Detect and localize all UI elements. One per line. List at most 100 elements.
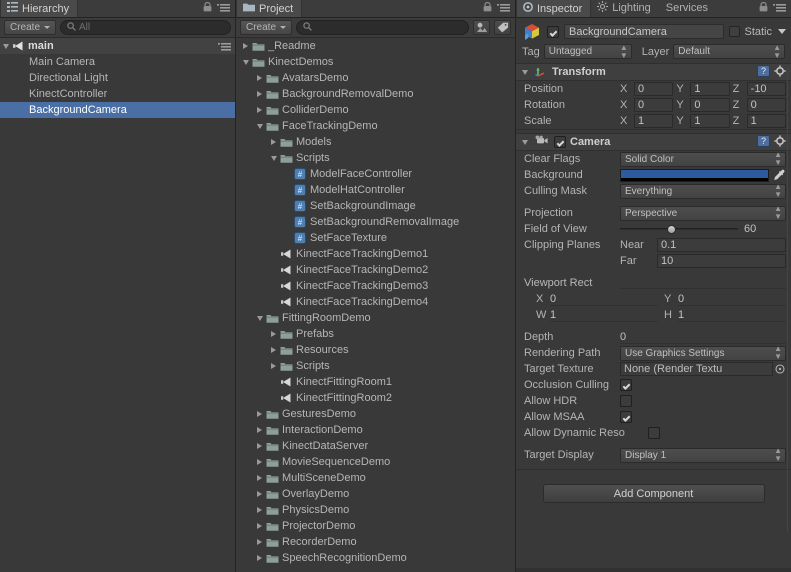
project-item--readme[interactable]: _Readme	[236, 38, 515, 54]
transform-position-y[interactable]: 1	[690, 82, 730, 96]
project-item-facetrackingdemo[interactable]: FaceTrackingDemo	[236, 118, 515, 134]
scene-menu-icon[interactable]	[218, 42, 231, 51]
eyedropper-icon[interactable]	[772, 169, 786, 181]
chevron-down-icon[interactable]	[268, 155, 279, 161]
tab-inspector[interactable]: Inspector	[516, 0, 592, 17]
project-item-kinectfacetrackingdemo1[interactable]: KinectFaceTrackingDemo1	[236, 246, 515, 262]
background-color-swatch[interactable]	[620, 168, 769, 182]
gameobject-name-field[interactable]: BackgroundCamera	[564, 24, 725, 39]
transform-scale-y[interactable]: 1	[690, 114, 730, 128]
depth-value[interactable]: 0	[620, 330, 786, 344]
viewport-w-cell[interactable]: W 1	[536, 308, 658, 322]
occlusion-culling-checkbox[interactable]	[620, 379, 632, 391]
hierarchy-search-input[interactable]: All	[60, 20, 231, 35]
slider-knob[interactable]	[667, 225, 677, 234]
chevron-right-icon[interactable]	[254, 411, 265, 417]
chevron-right-icon[interactable]	[240, 43, 251, 49]
chevron-right-icon[interactable]	[254, 427, 265, 433]
viewport-x-cell[interactable]: X 0	[536, 292, 658, 306]
allow-hdr-checkbox[interactable]	[620, 395, 632, 407]
hierarchy-item-backgroundcamera[interactable]: BackgroundCamera	[0, 102, 235, 118]
field-of-view-value[interactable]: 60	[742, 222, 786, 236]
project-item-models[interactable]: Models	[236, 134, 515, 150]
add-component-button[interactable]: Add Component	[542, 484, 765, 503]
tab-lighting[interactable]: Lighting	[591, 0, 660, 17]
chevron-right-icon[interactable]	[254, 75, 265, 81]
chevron-right-icon[interactable]	[254, 107, 265, 113]
project-item-scripts[interactable]: Scripts	[236, 358, 515, 374]
chevron-down-icon[interactable]	[0, 43, 11, 49]
projection-dropdown[interactable]: Perspective ▲ ▼	[620, 205, 786, 221]
gameobject-enabled-checkbox[interactable]	[547, 25, 559, 38]
allow-msaa-checkbox[interactable]	[620, 411, 632, 423]
viewport-y-cell[interactable]: Y 0	[664, 292, 786, 306]
panel-menu-icon[interactable]	[773, 3, 786, 15]
gear-icon[interactable]	[774, 64, 786, 80]
project-item-backgroundremovaldemo[interactable]: BackgroundRemovalDemo	[236, 86, 515, 102]
chevron-right-icon[interactable]	[254, 539, 265, 545]
project-item-resources[interactable]: Resources	[236, 342, 515, 358]
tag-dropdown[interactable]: Untagged ▲ ▼	[543, 43, 632, 59]
project-item-kinectdemos[interactable]: KinectDemos	[236, 54, 515, 70]
lock-icon[interactable]	[203, 1, 212, 15]
chevron-right-icon[interactable]	[254, 555, 265, 561]
chevron-right-icon[interactable]	[268, 139, 279, 145]
camera-header[interactable]: Camera ?	[516, 134, 791, 151]
chevron-right-icon[interactable]	[254, 507, 265, 513]
near-field[interactable]: 0.1	[657, 238, 786, 252]
chevron-down-icon[interactable]	[254, 123, 265, 129]
project-item-kinectfittingroom2[interactable]: KinectFittingRoom2	[236, 390, 515, 406]
lock-icon[interactable]	[759, 1, 768, 15]
chevron-right-icon[interactable]	[268, 347, 279, 353]
allow-dynamic-resolution-checkbox[interactable]	[648, 427, 660, 439]
hierarchy-item-main-camera[interactable]: Main Camera	[0, 54, 235, 70]
project-item-recorderdemo[interactable]: RecorderDemo	[236, 534, 515, 550]
project-item-kinectfittingroom1[interactable]: KinectFittingRoom1	[236, 374, 515, 390]
transform-position-x[interactable]: 0	[634, 82, 674, 96]
chevron-down-icon[interactable]	[519, 69, 530, 75]
clear-flags-dropdown[interactable]: Solid Color ▲ ▼	[620, 151, 786, 167]
transform-header[interactable]: Transform ?	[516, 64, 791, 81]
field-of-view-slider[interactable]	[620, 222, 738, 236]
static-toggle[interactable]: Static	[729, 26, 786, 38]
static-checkbox[interactable]	[729, 26, 741, 37]
panel-menu-icon[interactable]	[497, 3, 510, 15]
project-item-kinectfacetrackingdemo4[interactable]: KinectFaceTrackingDemo4	[236, 294, 515, 310]
chevron-down-icon[interactable]	[254, 315, 265, 321]
chevron-right-icon[interactable]	[254, 475, 265, 481]
project-search-input[interactable]	[296, 20, 469, 35]
project-item-setbackgroundremovalimage[interactable]: # SetBackgroundRemovalImage	[236, 214, 515, 230]
project-item-multiscenedemo[interactable]: MultiSceneDemo	[236, 470, 515, 486]
project-item-prefabs[interactable]: Prefabs	[236, 326, 515, 342]
tab-services[interactable]: Services	[660, 0, 717, 17]
chevron-right-icon[interactable]	[254, 459, 265, 465]
project-item-scripts[interactable]: Scripts	[236, 150, 515, 166]
project-item-speechrecognitiondemo[interactable]: SpeechRecognitionDemo	[236, 550, 515, 566]
project-item-physicsdemo[interactable]: PhysicsDemo	[236, 502, 515, 518]
chevron-right-icon[interactable]	[268, 331, 279, 337]
project-item-colliderdemo[interactable]: ColliderDemo	[236, 102, 515, 118]
layer-dropdown[interactable]: Default ▲ ▼	[673, 43, 785, 59]
panel-menu-icon[interactable]	[217, 3, 230, 15]
chevron-right-icon[interactable]	[254, 91, 265, 97]
hierarchy-item-directional-light[interactable]: Directional Light	[0, 70, 235, 86]
transform-rotation-y[interactable]: 0	[690, 98, 730, 112]
target-display-dropdown[interactable]: Display 1 ▲ ▼	[620, 447, 786, 463]
project-item-kinectdataserver[interactable]: KinectDataServer	[236, 438, 515, 454]
target-texture-field[interactable]: None (Render Textu	[620, 362, 773, 376]
project-item-modelfacecontroller[interactable]: # ModelFaceController	[236, 166, 515, 182]
chevron-right-icon[interactable]	[254, 523, 265, 529]
transform-rotation-x[interactable]: 0	[634, 98, 674, 112]
gear-icon[interactable]	[774, 134, 786, 150]
chevron-right-icon[interactable]	[254, 443, 265, 449]
transform-position-z[interactable]: -10	[746, 82, 786, 96]
project-item-interactiondemo[interactable]: InteractionDemo	[236, 422, 515, 438]
help-icon[interactable]: ?	[757, 64, 770, 80]
transform-scale-x[interactable]: 1	[634, 114, 674, 128]
camera-enabled-checkbox[interactable]	[554, 136, 566, 148]
transform-rotation-z[interactable]: 0	[746, 98, 786, 112]
transform-scale-z[interactable]: 1	[746, 114, 786, 128]
chevron-down-icon[interactable]	[240, 59, 251, 65]
hierarchy-tree[interactable]: main Main Camera Directional Light KinectC…	[0, 38, 235, 572]
project-item-moviesequencedemo[interactable]: MovieSequenceDemo	[236, 454, 515, 470]
